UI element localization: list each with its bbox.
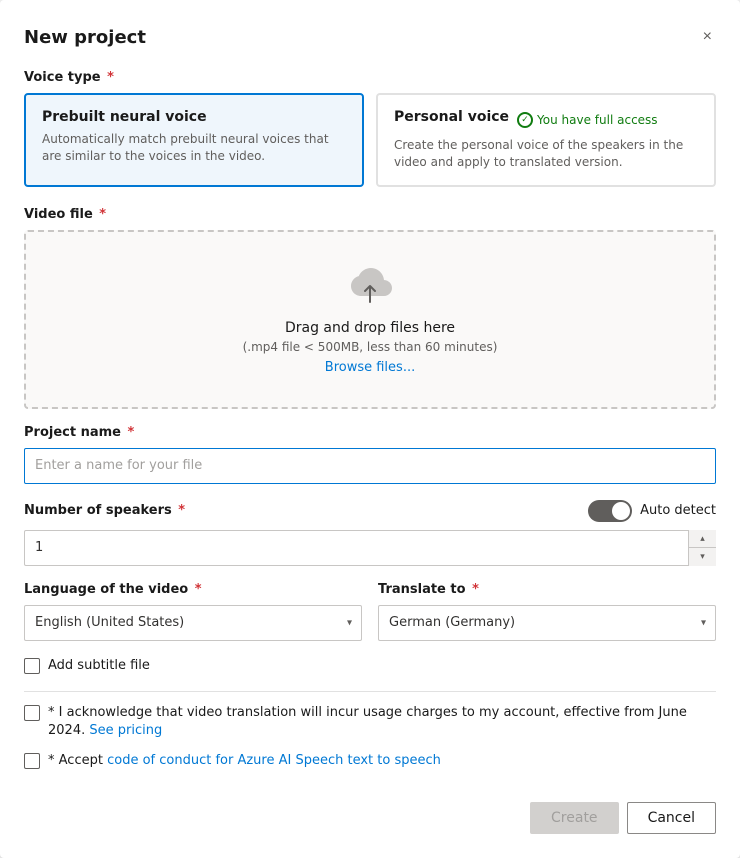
access-badge: ✓ You have full access: [517, 112, 658, 128]
required-star-translate: *: [468, 582, 479, 597]
spin-up-button[interactable]: ▴: [689, 530, 716, 549]
toggle-knob: [612, 502, 630, 520]
required-star-project: *: [123, 425, 134, 440]
prebuilt-card-title: Prebuilt neural voice: [42, 109, 346, 125]
language-video-group: Language of the video * English (United …: [24, 582, 362, 641]
translate-to-select[interactable]: German (Germany) English (United States)…: [378, 605, 716, 641]
auto-detect-toggle[interactable]: [588, 500, 632, 522]
project-name-label: Project name *: [24, 425, 716, 440]
acknowledge-checkbox[interactable]: [24, 705, 40, 721]
voice-type-label: Voice type *: [24, 70, 716, 85]
conduct-checkbox[interactable]: [24, 753, 40, 769]
cancel-button[interactable]: Cancel: [627, 802, 716, 834]
translate-to-select-wrap: German (Germany) English (United States)…: [378, 605, 716, 641]
speakers-input[interactable]: [24, 530, 716, 566]
chevron-up-icon: ▴: [700, 533, 705, 544]
new-project-dialog: New project × Voice type * Prebuilt neur…: [0, 0, 740, 858]
required-star-lang: *: [190, 582, 201, 597]
language-video-select-wrap: English (United States) Spanish (Spain) …: [24, 605, 362, 641]
auto-detect-group: Auto detect: [588, 500, 716, 522]
speakers-label: Number of speakers *: [24, 503, 185, 518]
video-file-label: Video file *: [24, 207, 716, 222]
drag-drop-text: Drag and drop files here: [285, 320, 455, 336]
speakers-row: Number of speakers * Auto detect: [24, 500, 716, 522]
personal-card-title: Personal voice: [394, 109, 509, 125]
close-icon: ×: [703, 28, 712, 46]
access-text: You have full access: [537, 113, 658, 127]
dialog-footer: Create Cancel: [24, 782, 716, 834]
chevron-down-icon: ▾: [700, 551, 705, 562]
upload-cloud-icon: [346, 264, 394, 308]
check-circle-icon: ✓: [517, 112, 533, 128]
constraint-text: (.mp4 file < 500MB, less than 60 minutes…: [243, 340, 498, 354]
project-name-input[interactable]: [24, 448, 716, 484]
language-video-label: Language of the video *: [24, 582, 362, 597]
project-name-section: Project name *: [24, 425, 716, 484]
conduct-checkbox-row: * Accept code of conduct for Azure AI Sp…: [24, 752, 716, 770]
acknowledge-checkbox-label: * I acknowledge that video translation w…: [48, 704, 716, 740]
close-button[interactable]: ×: [699, 24, 716, 50]
create-button[interactable]: Create: [530, 802, 619, 834]
subtitle-checkbox-row: Add subtitle file: [24, 657, 716, 675]
translate-to-label: Translate to *: [378, 582, 716, 597]
video-file-section: Video file * Drag and drop files here (.…: [24, 207, 716, 409]
spin-buttons: ▴ ▾: [688, 530, 716, 566]
auto-detect-label: Auto detect: [640, 503, 716, 518]
dialog-title: New project: [24, 27, 146, 48]
prebuilt-card-desc: Automatically match prebuilt neural voic…: [42, 131, 346, 165]
subtitle-checkbox-label: Add subtitle file: [48, 657, 150, 675]
upload-area[interactable]: Drag and drop files here (.mp4 file < 50…: [24, 230, 716, 409]
voice-card-personal[interactable]: Personal voice ✓ You have full access Cr…: [376, 93, 716, 187]
personal-card-desc: Create the personal voice of the speaker…: [394, 137, 698, 171]
dialog-header: New project ×: [24, 24, 716, 50]
code-of-conduct-link[interactable]: code of conduct for Azure AI Speech text…: [107, 753, 441, 768]
required-star: *: [103, 70, 114, 85]
conduct-checkbox-label: * Accept code of conduct for Azure AI Sp…: [48, 752, 441, 770]
acknowledge-checkbox-row: * I acknowledge that video translation w…: [24, 704, 716, 740]
subtitle-checkbox[interactable]: [24, 658, 40, 674]
voice-card-prebuilt[interactable]: Prebuilt neural voice Automatically matc…: [24, 93, 364, 187]
voice-type-row: Prebuilt neural voice Automatically matc…: [24, 93, 716, 187]
translate-to-group: Translate to * German (Germany) English …: [378, 582, 716, 641]
spin-down-button[interactable]: ▾: [689, 548, 716, 566]
personal-card-header: Personal voice ✓ You have full access: [394, 109, 698, 131]
speakers-input-wrap: ▴ ▾: [24, 530, 716, 566]
see-pricing-link[interactable]: See pricing: [89, 723, 162, 738]
divider: [24, 691, 716, 692]
required-star-video: *: [95, 207, 106, 222]
language-row: Language of the video * English (United …: [24, 582, 716, 641]
browse-files-link[interactable]: Browse files...: [325, 360, 415, 375]
required-star-speakers: *: [174, 503, 185, 518]
language-video-select[interactable]: English (United States) Spanish (Spain) …: [24, 605, 362, 641]
